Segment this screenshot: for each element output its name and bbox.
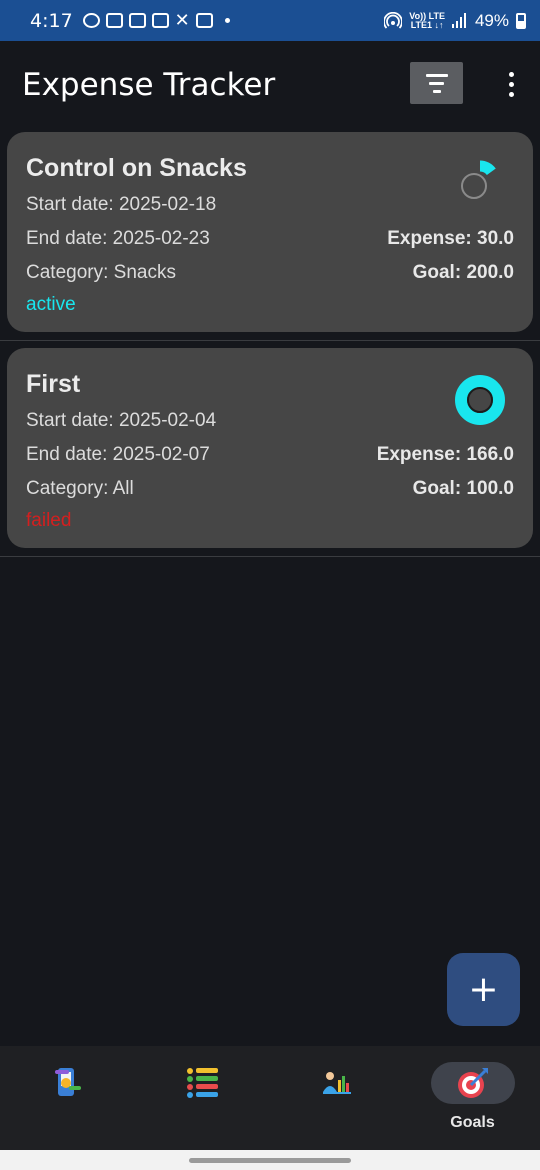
hotspot-icon <box>384 11 403 29</box>
divider <box>0 556 540 557</box>
filter-icon <box>425 73 448 77</box>
goal-progress-ring <box>455 375 505 425</box>
more-notifications-dot <box>224 18 230 23</box>
goal-category: Category: Snacks <box>26 262 176 283</box>
app-notification-icon <box>82 13 100 28</box>
nav-item-list[interactable] <box>135 1062 270 1142</box>
goal-expense: Expense: 166.0 <box>376 444 514 465</box>
system-icons: Vo)) LTE LTE1 ↓↑ 49% <box>384 11 526 31</box>
youtube-icon <box>128 13 146 28</box>
gallery-icon <box>195 13 213 28</box>
target-icon <box>457 1068 488 1098</box>
goal-category-row: Category: All Goal: 100.0 <box>26 472 514 506</box>
nav-item-analytics[interactable] <box>270 1062 405 1142</box>
goal-title: Control on Snacks <box>26 154 247 182</box>
app-bar: Expense Tracker <box>0 41 540 129</box>
gesture-area <box>0 1150 540 1170</box>
x-icon: ✕ <box>174 10 190 31</box>
goal-category-row: Category: Snacks Goal: 200.0 <box>26 256 514 290</box>
bottom-nav: Goals <box>0 1046 540 1150</box>
goal-amount: Goal: 200.0 <box>412 262 514 283</box>
battery-percent: 49% <box>474 10 509 30</box>
goal-progress-ring <box>461 160 496 199</box>
more-vert-icon[interactable] <box>500 69 522 99</box>
signal-icon <box>451 13 466 28</box>
linkedin-icon <box>151 13 169 28</box>
goal-amount: Goal: 100.0 <box>412 478 514 499</box>
add-goal-button[interactable]: + <box>447 953 520 1026</box>
goal-card[interactable]: First Start date: 2025-02-04 End date: 2… <box>7 348 533 548</box>
goal-status: active <box>26 294 76 315</box>
youtube-icon <box>105 13 123 28</box>
goal-start-date: Start date: 2025-02-04 <box>26 410 217 431</box>
goal-end-row: End date: 2025-02-07 Expense: 166.0 <box>26 438 514 472</box>
filter-button[interactable] <box>410 62 463 104</box>
divider <box>0 340 540 341</box>
page-title: Expense Tracker <box>22 67 276 103</box>
analytics-icon <box>322 1072 351 1094</box>
goal-category: Category: All <box>26 478 134 499</box>
wallet-icon <box>54 1068 81 1096</box>
gesture-handle[interactable] <box>189 1158 351 1163</box>
goal-end-row: End date: 2025-02-23 Expense: 30.0 <box>26 222 514 256</box>
goal-status: failed <box>26 510 72 531</box>
goal-end-date: End date: 2025-02-23 <box>26 228 210 249</box>
goal-start-date: Start date: 2025-02-18 <box>26 194 217 215</box>
status-bar: 4:17 ✕ Vo)) LTE LTE1 ↓↑ 49% <box>0 0 540 41</box>
nav-label-goals: Goals <box>450 1114 495 1131</box>
nav-item-wallet[interactable] <box>0 1062 135 1142</box>
plus-icon: + <box>468 969 499 1010</box>
battery-icon <box>516 12 526 29</box>
goal-expense: Expense: 30.0 <box>387 228 514 249</box>
nav-item-goals[interactable]: Goals <box>405 1062 540 1142</box>
notification-icons: ✕ <box>82 10 230 31</box>
goal-end-date: End date: 2025-02-07 <box>26 444 210 465</box>
goal-card[interactable]: Control on Snacks Start date: 2025-02-18… <box>7 132 533 332</box>
list-icon <box>186 1068 218 1098</box>
network-type: Vo)) LTE LTE1 ↓↑ <box>409 10 445 30</box>
goal-title: First <box>26 370 81 398</box>
status-time: 4:17 <box>30 9 73 32</box>
